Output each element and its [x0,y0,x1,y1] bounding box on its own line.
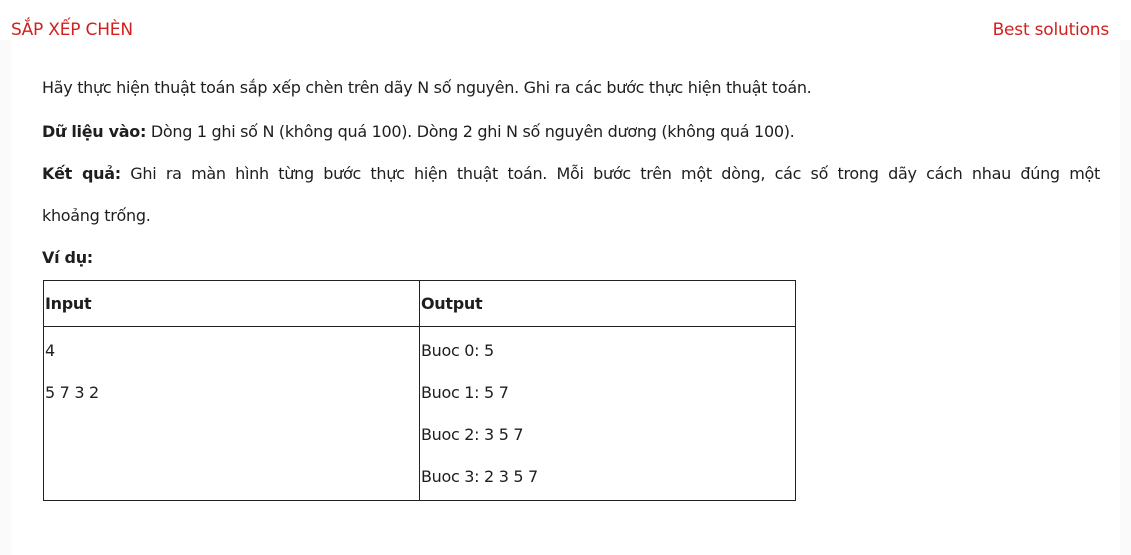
output-line: Buoc 3: 2 3 5 7 [421,467,538,486]
example-table: Input Output 4 5 7 3 2 Buoc 0: 5 Buoc 1:… [43,280,796,501]
header-bar: SẮP XẾP CHÈN Best solutions [0,0,1131,40]
input-label: Dữ liệu vào: [42,122,147,141]
output-label: Kết quả: [42,164,121,183]
output-spec-continued: khoảng trống. [42,206,151,225]
best-solutions-link[interactable]: Best solutions [993,20,1110,40]
output-line: Buoc 0: 5 [421,341,494,360]
problem-title: SẮP XẾP CHÈN [11,20,133,40]
input-text: Dòng 1 ghi số N (không quá 100). Dòng 2 … [150,122,795,141]
output-spec: Kết quả: Ghi ra màn hình từng bước thực … [42,164,1100,183]
table-header-row: Input Output [43,280,796,327]
table-header-output: Output [419,280,796,327]
output-cell: Buoc 0: 5 Buoc 1: 5 7 Buoc 2: 3 5 7 Buoc… [419,326,796,501]
output-line: Buoc 1: 5 7 [421,383,509,402]
table-row: 4 5 7 3 2 Buoc 0: 5 Buoc 1: 5 7 Buoc 2: … [43,326,796,501]
problem-statement: Hãy thực hiện thuật toán sắp xếp chèn tr… [11,40,1120,555]
input-line: 5 7 3 2 [45,383,99,402]
problem-description: Hãy thực hiện thuật toán sắp xếp chèn tr… [42,78,812,97]
input-line: 4 [45,341,55,360]
page: SẮP XẾP CHÈN Best solutions Hãy thực hiệ… [0,0,1131,555]
output-text-line1: Ghi ra màn hình từng bước thực hiện thuậ… [130,164,1100,183]
table-header-input: Input [43,280,420,327]
output-line: Buoc 2: 3 5 7 [421,425,524,444]
example-label: Ví dụ: [42,248,93,267]
input-spec: Dữ liệu vào: Dòng 1 ghi số N (không quá … [42,122,1100,141]
input-cell: 4 5 7 3 2 [43,326,420,501]
